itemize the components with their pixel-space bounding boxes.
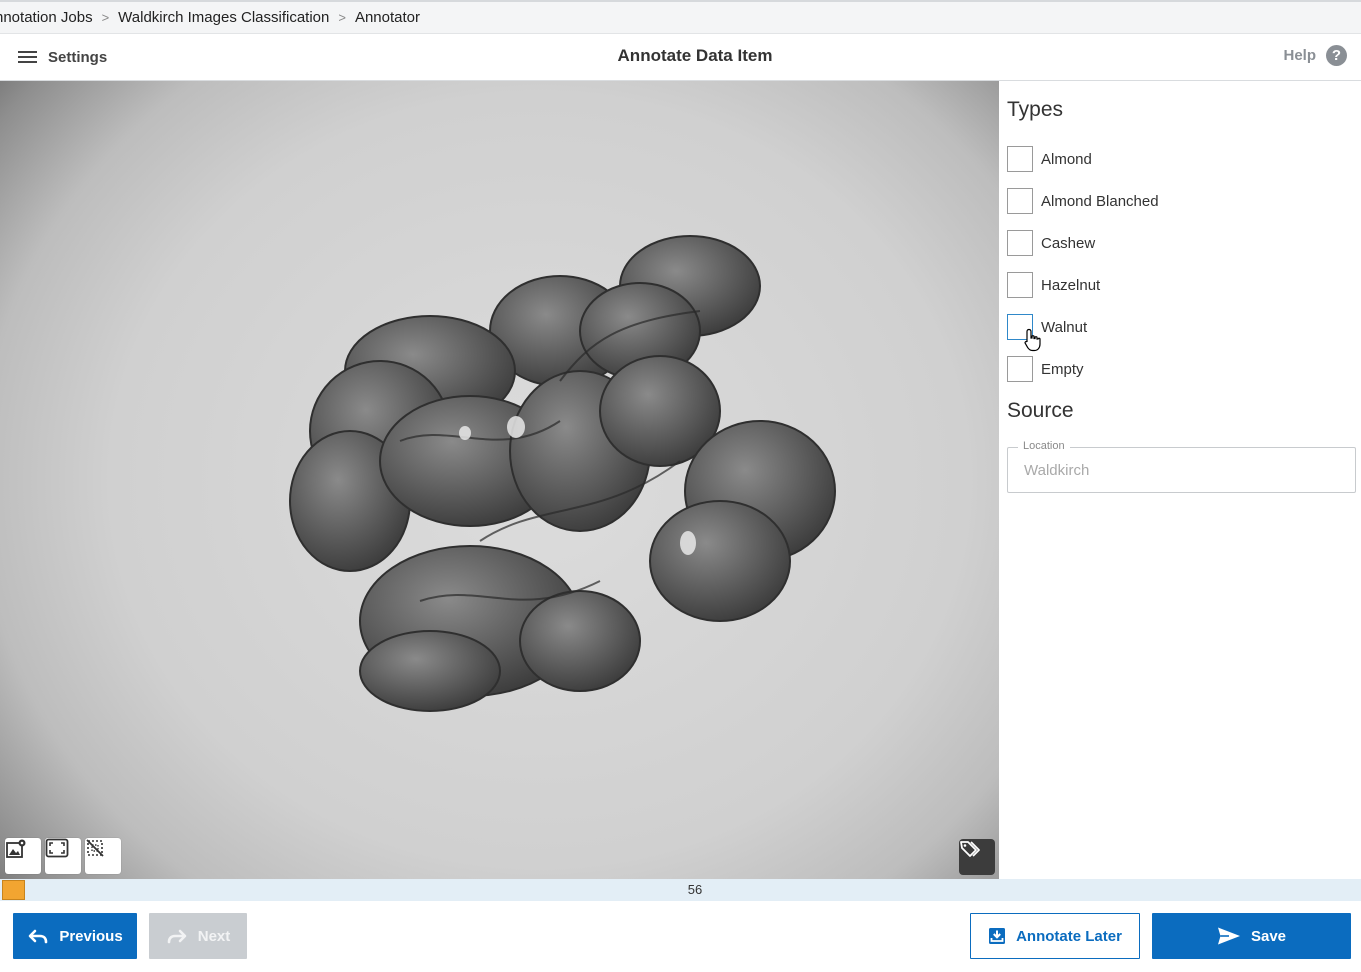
checkbox[interactable] <box>1007 230 1033 256</box>
checkbox[interactable] <box>1007 146 1033 172</box>
walnut-image <box>289 235 836 712</box>
type-checkbox-cashew[interactable]: Cashew <box>1007 230 1095 256</box>
checkbox-label: Walnut <box>1041 318 1088 336</box>
type-checkbox-empty[interactable]: Empty <box>1007 356 1084 382</box>
type-checkbox-almond-blanched[interactable]: Almond Blanched <box>1007 188 1159 214</box>
progress-counter: 56 <box>687 882 703 897</box>
settings-menu-button[interactable]: Settings <box>18 44 107 70</box>
breadcrumb: nnotation Jobs > Waldkirch Images Classi… <box>0 0 1361 34</box>
breadcrumb-job[interactable]: Waldkirch Images Classification <box>118 9 329 26</box>
help-button[interactable]: Help ? <box>1283 45 1347 66</box>
help-label: Help <box>1283 47 1316 64</box>
tag-button[interactable] <box>959 839 995 875</box>
progress-bar[interactable]: 56 <box>0 879 1361 901</box>
next-button[interactable]: Next <box>149 913 247 959</box>
checkbox-label: Empty <box>1041 360 1084 378</box>
save-label: Save <box>1250 927 1287 945</box>
header: Settings Annotate Data Item Help ? <box>0 34 1361 81</box>
annotation-sidebar: Types Almond Almond Blanched Cashew Haze… <box>999 81 1361 879</box>
image-settings-button[interactable] <box>5 838 41 874</box>
hide-annotations-button[interactable] <box>85 838 121 874</box>
fit-to-screen-icon <box>45 838 69 858</box>
type-checkbox-walnut[interactable]: Walnut <box>1007 314 1087 340</box>
type-checkbox-hazelnut[interactable]: Hazelnut <box>1007 272 1100 298</box>
breadcrumb-separator: > <box>338 10 346 25</box>
previous-label: Previous <box>59 927 123 945</box>
redo-arrow-icon <box>167 929 187 944</box>
location-field[interactable]: Location Waldkirch <box>1007 440 1356 493</box>
checkbox-label: Almond <box>1041 150 1092 168</box>
image-viewer[interactable] <box>0 81 999 879</box>
checkbox[interactable] <box>1007 356 1033 382</box>
types-title: Types <box>1007 98 1064 121</box>
fit-to-screen-button[interactable] <box>45 838 81 874</box>
help-icon: ? <box>1326 45 1347 66</box>
checkbox-label: Hazelnut <box>1041 276 1101 294</box>
hide-annotations-icon <box>86 839 104 857</box>
type-checkbox-almond[interactable]: Almond <box>1007 146 1092 172</box>
location-value: Waldkirch <box>1024 462 1090 479</box>
next-label: Next <box>197 927 231 945</box>
page-title: Annotate Data Item <box>617 46 773 65</box>
annotate-later-label: Annotate Later <box>1016 927 1122 945</box>
previous-button[interactable]: Previous <box>13 913 137 959</box>
undo-arrow-icon <box>29 929 48 944</box>
breadcrumb-annotation-jobs[interactable]: nnotation Jobs <box>0 9 93 26</box>
send-icon <box>1217 927 1240 945</box>
annotate-later-button[interactable]: Annotate Later <box>970 913 1140 959</box>
save-button[interactable]: Save <box>1152 913 1351 959</box>
breadcrumb-annotator: Annotator <box>354 9 420 26</box>
checkbox[interactable] <box>1007 272 1033 298</box>
checkbox-label: Cashew <box>1041 234 1096 252</box>
tag-icon <box>960 841 980 857</box>
checkbox-label: Almond Blanched <box>1041 192 1159 210</box>
hamburger-icon <box>18 50 38 64</box>
breadcrumb-separator: > <box>101 10 110 25</box>
image-settings-icon <box>6 839 26 858</box>
hand-cursor-icon <box>1024 328 1041 352</box>
inbox-download-icon <box>989 928 1006 944</box>
location-label: Location <box>1018 440 1070 452</box>
checkbox[interactable] <box>1007 188 1033 214</box>
settings-label: Settings <box>48 48 108 66</box>
source-title: Source <box>1007 399 1074 422</box>
footer: Previous Next Annotate Later Save <box>0 901 1361 972</box>
